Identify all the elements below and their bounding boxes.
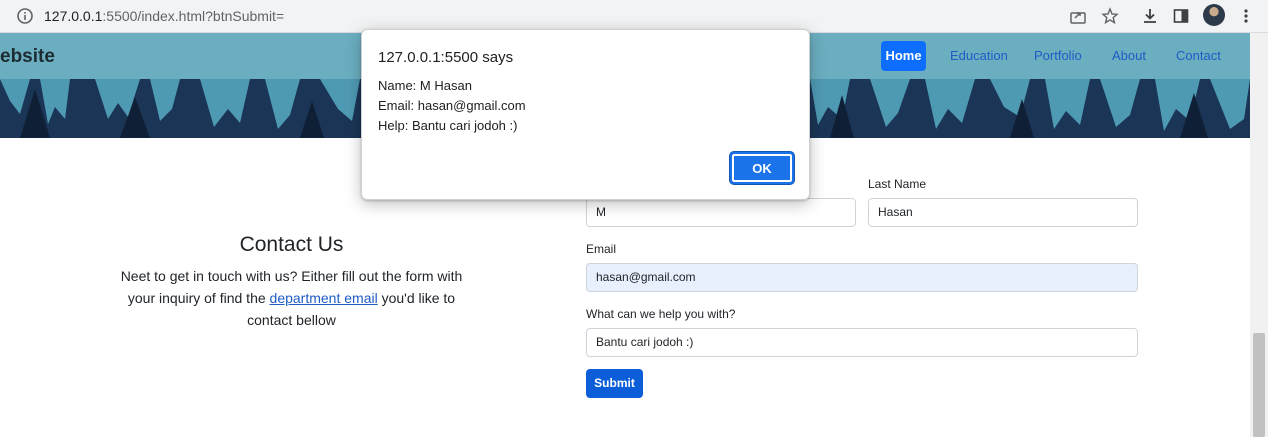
- site-brand[interactable]: ebsite: [0, 46, 55, 68]
- email-label: Email: [586, 242, 617, 256]
- help-field[interactable]: Bantu cari jodoh :): [586, 328, 1138, 357]
- info-icon[interactable]: [16, 7, 34, 25]
- profile-avatar[interactable]: [1203, 4, 1225, 26]
- dialog-title: 127.0.0.1:5500 says: [378, 49, 514, 66]
- dialog-line-help: Help: Bantu cari jodoh :): [378, 118, 518, 133]
- dialog-line-email: Email: hasan@gmail.com: [378, 98, 526, 113]
- nav-contact[interactable]: Contact: [1169, 41, 1228, 71]
- alert-dialog: 127.0.0.1:5500 says Name: M Hasan Email:…: [361, 29, 810, 200]
- nav-home[interactable]: Home: [881, 41, 926, 71]
- url-host: 127.0.0.1: [44, 8, 103, 24]
- download-icon[interactable]: [1139, 5, 1161, 27]
- ok-button[interactable]: OK: [730, 152, 794, 184]
- share-icon[interactable]: [1067, 5, 1089, 27]
- submit-button[interactable]: Submit: [586, 369, 643, 398]
- department-email-link[interactable]: department email: [270, 290, 378, 306]
- email-field[interactable]: hasan@gmail.com: [586, 263, 1138, 292]
- nav-portfolio[interactable]: Portfolio: [1027, 41, 1089, 71]
- last-name-field[interactable]: Hasan: [868, 198, 1138, 227]
- last-name-label: Last Name: [868, 177, 927, 191]
- url-text[interactable]: 127.0.0.1:5500/index.html?btnSubmit=: [44, 7, 284, 25]
- contact-description: Neet to get in touch with us? Either fil…: [120, 265, 463, 331]
- url-path: :5500/index.html?btnSubmit=: [102, 8, 285, 24]
- page-scrollbar-thumb[interactable]: [1253, 333, 1265, 437]
- nav-about[interactable]: About: [1105, 41, 1153, 71]
- sidepanel-icon[interactable]: [1170, 5, 1192, 27]
- star-icon[interactable]: [1099, 5, 1121, 27]
- nav-education[interactable]: Education: [943, 41, 1015, 71]
- dialog-line-name: Name: M Hasan: [378, 78, 472, 93]
- contact-title: Contact Us: [239, 233, 344, 256]
- first-name-field[interactable]: M: [586, 198, 856, 227]
- more-vert-icon[interactable]: [1235, 5, 1257, 27]
- help-label: What can we help you with?: [586, 307, 736, 321]
